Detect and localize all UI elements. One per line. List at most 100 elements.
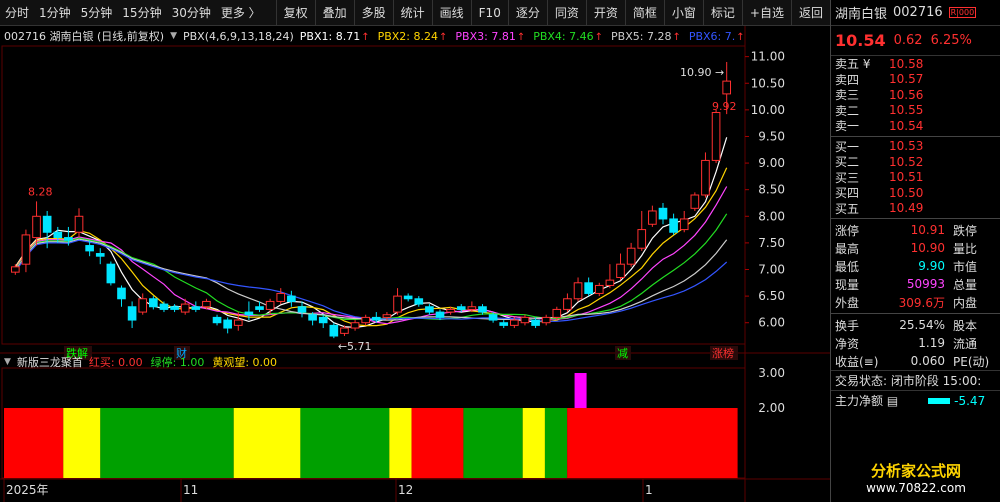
pbx-values: PBX1: 8.71↑ PBX2: 8.24↑ PBX3: 7.81↑ PBX4: 7… [300,30,745,43]
indicator-name[interactable]: PBX(4,6,9,13,18,24) [183,30,294,43]
stat-row: 涨停 10.91 跌停 [831,221,1000,239]
candle-body [127,306,137,321]
main-flow-row[interactable]: 主力净额 ▤ -5.47 [831,390,1000,410]
ma-line-pbx2 [14,167,728,327]
ask-row[interactable]: 卖三 10.56 [831,87,1000,103]
bid-row[interactable]: 买四 10.50 [831,185,1000,201]
bid-row-label: 买三 [835,170,860,185]
candle-body [159,303,169,310]
ask-row[interactable]: 卖五 ¥ 10.58 [831,56,1000,72]
stat-label: 最低 [835,259,860,274]
quote-stats-2: 换手 25.54% 股本 净资 1.19 流通 收益(≡) 0.060 PE(动) [831,316,1000,370]
candle-body [573,282,583,300]
y-tick-label: 10.00 [751,103,785,117]
candle-body [648,210,657,225]
quote-stats: 涨停 10.91 跌停 最高 10.90 量比 最低 9.90 市值 现量 50993 总量 外盘 309… [831,221,1000,311]
candle-body [531,319,540,326]
up-arrow-icon: ↑ [516,31,526,43]
y-tick-label: 6.50 [758,289,785,303]
period-5min[interactable]: 5分钟 [76,0,118,26]
signal-band-red [567,408,738,478]
adjust-button[interactable]: 复权 [275,0,315,26]
ask-row-label: 卖一 [835,119,860,134]
bid-row[interactable]: 买三 10.51 [831,170,1000,186]
logo-title: 分析家公式网 [870,461,961,480]
candle-body [637,229,647,249]
overlay-button[interactable]: 叠加 [314,0,354,26]
stat-row: 净资 1.19 流通 [831,334,1000,352]
candle-body [74,215,84,233]
stat-label: 流通 [953,336,978,351]
add-watchlist-button[interactable]: +自选 [741,0,791,26]
candle-body [180,303,190,313]
candle-body [106,263,116,284]
signal-band-yellow [63,408,101,478]
ask-book: 卖五 ¥ 10.58 卖四 10.57 卖三 10.56 卖二 10.55 卖一 10.54 [831,56,1000,134]
bid-row-price: 10.50 [889,185,924,200]
chart-legend: 002716 湖南白银 (日线,前复权) ▼ PBX(4,6,9,13,18,2… [4,28,745,44]
sub-settings-icon[interactable]: ▼ [4,357,11,367]
stat-value: 1.19 [918,336,945,350]
simple-frame-button[interactable]: 简框 [624,0,664,26]
bid-row-label: 买二 [835,155,860,170]
candle-body [701,159,710,196]
ask-row-label: 卖二 [835,103,860,118]
quote-panel: 湖南白银 002716 R|000 10.54 0.62 6.25% 卖五 ¥1… [830,0,1000,502]
back-button[interactable]: 返回 [790,0,830,26]
candle-body [382,314,392,318]
ask-row[interactable]: 卖二 10.55 [831,103,1000,119]
candle-body [53,231,63,239]
stat-row: 外盘 309.6万 内盘 [831,293,1000,311]
stat-value: 10.90 [910,241,945,255]
signal-band-yellow [522,408,545,478]
candle-body [340,327,349,334]
mark-button[interactable]: 标记 [702,0,742,26]
bid-row-price: 10.53 [889,139,924,154]
period-intraday[interactable]: 分时 [0,0,34,26]
stat-label: 净资 [835,336,860,351]
y-tick-label: 8.50 [758,183,785,197]
candle-body [191,306,201,310]
candle-body [32,215,41,239]
sub-indicator-name[interactable]: 新版三龙聚首 [17,354,83,370]
trade-status: 交易状态: 闭市阶段 15:00: [831,370,1000,390]
pbx-legend-item: PBX3: 7.81↑ [455,29,526,43]
stat-row: 最低 9.90 市值 [831,257,1000,275]
bid-row[interactable]: 买二 10.52 [831,154,1000,170]
period-selector: 分时 1分钟 5分钟 15分钟 30分钟 更多 〉 [0,0,266,26]
high-label-right: 10.90 → [680,66,724,79]
period-1min[interactable]: 1分钟 [34,0,76,26]
signal-band-green [463,408,523,478]
f10-button[interactable]: F10 [470,0,508,26]
sub-legend: ▼ 新版三龙聚首 红买: 0.00 绿停: 1.00 黄观望: 0.00 [4,354,277,370]
bid-row[interactable]: 买一 10.53 [831,139,1000,155]
period-more[interactable]: 更多 〉 [216,0,266,26]
y-tick-label: 9.50 [758,129,785,143]
ask-row-price: 10.56 [889,87,924,102]
up-arrow-icon: ↑ [361,31,370,43]
quote-header: 湖南白银 002716 R|000 [831,0,1000,26]
stat-row: 收益(≡) 0.060 PE(动) [831,352,1000,370]
settings-icon[interactable]: ▼ [170,31,177,41]
small-window-button[interactable]: 小窗 [663,0,703,26]
candle-body [563,298,572,310]
date-label: 12 [398,483,413,497]
stat-value: 0.060 [910,354,945,368]
per-minute-button[interactable]: 逐分 [507,0,547,26]
multi-stock-button[interactable]: 多股 [353,0,393,26]
ask-row[interactable]: 卖四 10.57 [831,72,1000,88]
statistics-button[interactable]: 统计 [392,0,432,26]
kline-chart[interactable]: 6.00 6.50 7.00 7.50 8.00 8.50 9.00 9.50 10.00 10.… [0,26,830,502]
last-price: 10.54 [835,31,886,50]
draw-line-button[interactable]: 画线 [431,0,471,26]
chart-panel[interactable]: 6.00 6.50 7.00 7.50 8.00 8.50 9.00 9.50 10.00 10.… [0,26,830,502]
same-capital-button[interactable]: 同资 [546,0,586,26]
stat-label: 涨停 [835,223,860,238]
up-arrow-icon: ↑ [594,31,604,43]
ask-row[interactable]: 卖一 10.54 [831,118,1000,134]
bid-row[interactable]: 买五 10.49 [831,201,1000,217]
period-30min[interactable]: 30分钟 [167,0,216,26]
date-label: 2025年 [6,483,49,497]
open-capital-button[interactable]: 开资 [585,0,625,26]
period-15min[interactable]: 15分钟 [117,0,166,26]
